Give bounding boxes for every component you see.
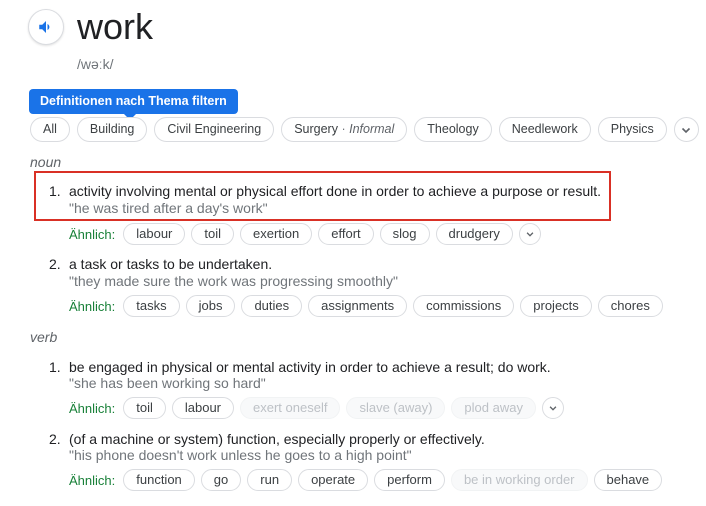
filter-chip-theology[interactable]: Theology <box>414 117 492 142</box>
filter-chip-surgery[interactable]: Surgery · Informal <box>281 117 408 142</box>
synonym-chip[interactable]: drudgery <box>435 223 513 245</box>
example: "they made sure the work was progressing… <box>69 273 398 289</box>
expand-synonyms-button[interactable] <box>518 223 541 245</box>
synonym-chip-muted[interactable]: plod away <box>451 397 536 419</box>
filter-chip-physics[interactable]: Physics <box>597 117 667 142</box>
synonym-chip-muted[interactable]: slave (away) <box>346 397 446 419</box>
synonym-chip[interactable]: labour <box>123 223 186 245</box>
topic-filter-bar: All Building Civil Engineering Surgery ·… <box>30 117 699 142</box>
synonym-chip[interactable]: perform <box>374 469 445 491</box>
pos-verb: verb <box>30 329 58 345</box>
example: "his phone doesn't work unless he goes t… <box>69 447 412 463</box>
filter-chip-civil-engineering[interactable]: Civil Engineering <box>154 117 275 142</box>
synonym-chip[interactable]: toil <box>191 223 235 245</box>
synonym-chip[interactable]: effort <box>318 223 374 245</box>
similar-label: Ähnlich: <box>69 400 116 416</box>
sense-number: 2. <box>49 431 61 447</box>
similar-row: Ähnlich: labour toil exertion effort slo… <box>69 223 541 245</box>
sense-number: 2. <box>49 256 61 272</box>
synonym-chip[interactable]: jobs <box>185 295 236 317</box>
chevron-down-icon <box>549 406 557 411</box>
synonym-chip[interactable]: projects <box>520 295 592 317</box>
pos-noun: noun <box>30 154 62 170</box>
synonym-chip[interactable]: operate <box>298 469 369 491</box>
chevron-down-icon <box>526 232 534 237</box>
similar-label: Ähnlich: <box>69 472 116 488</box>
filter-surgery-separator: · <box>341 122 346 136</box>
similar-label: Ähnlich: <box>69 298 116 314</box>
synonym-chip[interactable]: commissions <box>413 295 515 317</box>
synonym-chip[interactable]: labour <box>171 397 235 419</box>
synonym-chip[interactable]: exertion <box>240 223 313 245</box>
synonym-chip[interactable]: slog <box>379 223 430 245</box>
filter-chip-all[interactable]: All <box>30 117 70 142</box>
synonym-chip[interactable]: go <box>200 469 242 491</box>
synonym-chip[interactable]: chores <box>597 295 663 317</box>
expand-synonyms-button[interactable] <box>541 397 564 419</box>
synonym-chip[interactable]: behave <box>593 469 663 491</box>
play-pronunciation-button[interactable] <box>28 9 64 45</box>
synonym-chip[interactable]: duties <box>241 295 303 317</box>
synonym-chip[interactable]: toil <box>123 397 166 419</box>
synonym-chip-muted[interactable]: exert oneself <box>240 397 341 419</box>
filter-surgery-register: Informal <box>349 122 395 136</box>
similar-row: Ähnlich: function go run operate perform… <box>69 469 663 491</box>
phonetic: /wəːk/ <box>77 56 114 72</box>
sense-number: 1. <box>49 359 61 375</box>
similar-row: Ähnlich: tasks jobs duties assignments c… <box>69 295 663 317</box>
similar-row: Ähnlich: toil labour exert oneself slave… <box>69 397 564 419</box>
synonym-chip[interactable]: assignments <box>308 295 408 317</box>
synonym-chip[interactable]: run <box>247 469 293 491</box>
definition: activity involving mental or physical ef… <box>69 183 602 199</box>
synonym-chip-muted[interactable]: be in working order <box>450 469 588 491</box>
definition: be engaged in physical or mental activit… <box>69 359 551 375</box>
sense-number: 1. <box>49 183 61 199</box>
filter-chip-building[interactable]: Building <box>76 117 148 142</box>
more-filters-button[interactable] <box>673 117 699 142</box>
definition: (of a machine or system) function, espec… <box>69 431 485 447</box>
definition: a task or tasks to be undertaken. <box>69 256 273 272</box>
similar-label: Ähnlich: <box>69 226 116 242</box>
filter-surgery-label: Surgery <box>294 122 338 136</box>
example: "she has been working so hard" <box>69 375 266 391</box>
synonym-chip[interactable]: tasks <box>123 295 180 317</box>
synonym-chip[interactable]: function <box>123 469 195 491</box>
example: "he was tired after a day's work" <box>69 200 268 216</box>
speaker-icon <box>39 21 50 33</box>
filter-tooltip: Definitionen nach Thema filtern <box>29 89 238 120</box>
filter-chip-needlework[interactable]: Needlework <box>498 117 591 142</box>
headword: work <box>77 6 154 47</box>
chevron-down-icon <box>682 127 691 133</box>
